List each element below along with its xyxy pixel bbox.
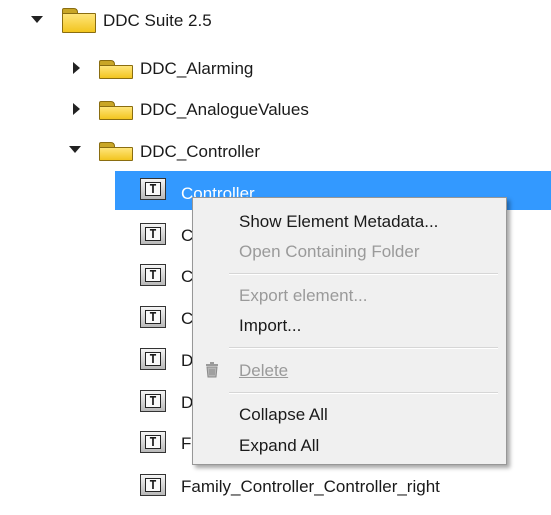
- folder-icon: [62, 6, 96, 33]
- tree-item-family-controller-right[interactable]: Family_Controller_Controller_right: [181, 477, 440, 497]
- expand-arrow-icon[interactable]: [31, 16, 43, 23]
- menu-item-delete[interactable]: Delete: [239, 361, 288, 381]
- template-icon: T: [140, 390, 166, 412]
- menu-separator: [229, 392, 498, 394]
- context-menu: Show Element Metadata... Open Containing…: [192, 197, 507, 465]
- tree-root-label[interactable]: DDC Suite 2.5: [103, 11, 212, 31]
- tree-item[interactable]: F: [181, 434, 191, 454]
- menu-separator: [229, 273, 498, 275]
- template-icon: T: [140, 264, 166, 286]
- folder-icon: [99, 134, 133, 161]
- expand-arrow-icon[interactable]: [69, 146, 81, 153]
- collapse-arrow-icon[interactable]: [73, 103, 80, 115]
- folder-icon: [99, 93, 133, 120]
- menu-item-expand-all[interactable]: Expand All: [239, 436, 319, 456]
- menu-item-import[interactable]: Import...: [239, 316, 301, 336]
- trash-icon: [206, 362, 218, 378]
- menu-item-export-element[interactable]: Export element...: [239, 286, 368, 306]
- tree-folder-analoguevalues[interactable]: DDC_AnalogueValues: [140, 100, 309, 120]
- collapse-arrow-icon[interactable]: [73, 62, 80, 74]
- template-icon: T: [140, 223, 166, 245]
- folder-icon: [99, 52, 133, 79]
- template-icon: T: [140, 474, 166, 496]
- template-icon: T: [140, 348, 166, 370]
- menu-item-show-metadata[interactable]: Show Element Metadata...: [239, 212, 438, 232]
- template-icon: T: [140, 178, 166, 200]
- tree-folder-controller[interactable]: DDC_Controller: [140, 142, 260, 162]
- menu-separator: [229, 347, 498, 349]
- tree-folder-alarming[interactable]: DDC_Alarming: [140, 59, 253, 79]
- menu-item-collapse-all[interactable]: Collapse All: [239, 405, 328, 425]
- template-icon: T: [140, 306, 166, 328]
- menu-item-open-containing-folder[interactable]: Open Containing Folder: [239, 242, 420, 262]
- template-icon: T: [140, 431, 166, 453]
